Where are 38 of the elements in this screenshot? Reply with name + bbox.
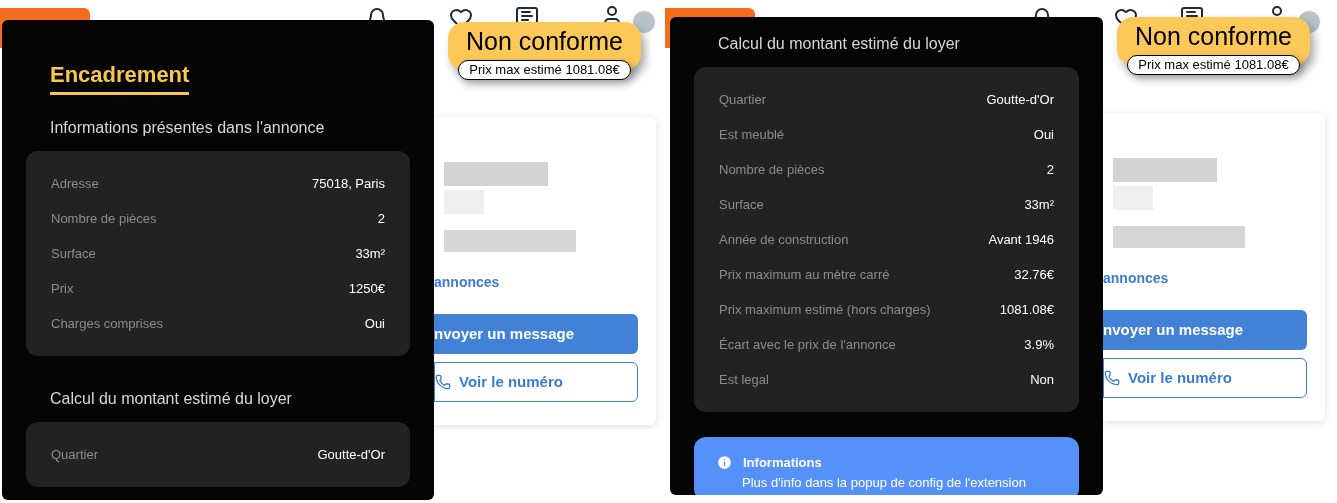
row-value: 3.9% (1024, 335, 1054, 354)
row-value: Oui (1033, 125, 1054, 144)
row-value: 2 (1046, 160, 1054, 179)
section-heading: Calcul du montant estimé du loyer (49, 389, 293, 409)
popup-title: Encadrement (50, 60, 190, 95)
row-label: Est meublé (719, 125, 785, 144)
row-label: Nombre de pièces (51, 209, 157, 228)
row-value: 75018, Paris (312, 174, 385, 193)
section-heading: Informations présentes dans l'annonce (49, 118, 326, 138)
row-label: Prix maximum au mètre carré (719, 265, 890, 284)
row-value: 33m² (355, 244, 385, 263)
row-value: Goutte-d'Or (986, 90, 1054, 109)
row-label: Écart avec le prix de l'annonce (719, 335, 896, 354)
row-label: Prix maximum estimé (hors charges) (719, 300, 931, 319)
row-value: Goutte-d'Or (317, 445, 385, 464)
row-label: Charges comprises (51, 314, 163, 333)
row-value: 2 (377, 209, 385, 228)
info-title: Informations (743, 454, 822, 472)
row-label: Quartier (51, 445, 98, 464)
row-value: 1081.08€ (999, 300, 1054, 319)
price-tooltip: Prix max estimé 1081.08€ (1127, 55, 1300, 75)
row-label: Nombre de pièces (719, 160, 825, 179)
section-heading: Calcul du montant estimé du loyer (717, 34, 961, 54)
row-label: Est legal (719, 370, 769, 389)
row-label: Surface (719, 195, 764, 214)
row-label: Adresse (51, 174, 99, 193)
row-value: Avant 1946 (988, 230, 1054, 249)
row-value: Non (1030, 370, 1054, 389)
row-label: Prix (51, 279, 74, 298)
price-tooltip: Prix max estimé 1081.08€ (458, 60, 631, 80)
row-value: 32.76€ (1014, 265, 1054, 284)
row-label: Année de construction (719, 230, 849, 249)
row-value: Oui (364, 314, 385, 333)
info-text: Plus d'info dans la popup de config de l'extension (741, 474, 1027, 491)
row-label: Surface (51, 244, 96, 263)
row-value: 33m² (1024, 195, 1054, 214)
row-value: 1250€ (348, 279, 385, 298)
row-label: Quartier (719, 90, 766, 109)
